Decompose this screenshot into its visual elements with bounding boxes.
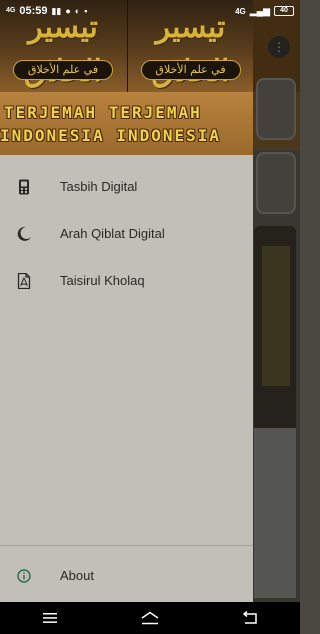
crescent-moon-icon <box>16 226 32 242</box>
signal-label: 4G <box>6 7 16 14</box>
menu-lines-icon <box>43 613 57 623</box>
network-type-label: 4G <box>235 6 246 16</box>
cell-signal-icon: ▮▮ <box>51 5 62 16</box>
menu-item-about[interactable]: About <box>0 552 253 599</box>
notification-icon: ● <box>65 6 71 16</box>
signal-bars-icon: ▂▄▆ <box>249 5 270 16</box>
status-time: 05:59 <box>19 5 48 17</box>
menu-item-label: Taisirul Kholaq <box>60 273 145 288</box>
recents-button[interactable] <box>30 602 70 634</box>
menu-item-taisirul-kholaq[interactable]: Taisirul Kholaq <box>0 257 253 304</box>
header-banner: TERJEMAH TERJEMAH INDONESIA INDONESIA <box>0 92 253 155</box>
home-icon <box>141 611 159 625</box>
menu-item-arah-qiblat-digital[interactable]: Arah Qiblat Digital <box>0 210 253 257</box>
menu-item-label: Arah Qiblat Digital <box>60 226 165 241</box>
arabic-subtitle: في علم الأخلاق <box>140 60 241 80</box>
more-dots-icon: • <box>84 6 88 16</box>
banner-line-terjemah: TERJEMAH TERJEMAH <box>4 102 202 122</box>
menu-item-label: Tasbih Digital <box>60 179 138 194</box>
sync-icon: ◐ <box>74 6 81 16</box>
arabic-subtitle: في علم الأخلاق <box>13 60 113 80</box>
drawer-header-image: تيسير الخلاق في علم الأخلاق تيسير الخلاق… <box>0 0 253 155</box>
status-bar: 4G 05:59 ▮▮ ● ◐ • 4G ▂▄▆ 40 <box>0 0 300 22</box>
home-button[interactable] <box>130 602 170 634</box>
pdf-file-icon <box>16 272 32 289</box>
back-arrow-icon <box>242 611 257 624</box>
about-label: About <box>60 568 94 583</box>
drawer-menu-list: Tasbih Digital Arah Qiblat Digital Taisi… <box>0 163 253 304</box>
navigation-drawer: تيسير الخلاق في علم الأخلاق تيسير الخلاق… <box>0 0 253 602</box>
phone-counter-icon <box>16 179 32 195</box>
system-navigation-bar <box>0 602 300 634</box>
menu-item-tasbih-digital[interactable]: Tasbih Digital <box>0 163 253 210</box>
drawer-divider <box>0 545 253 546</box>
battery-icon: 40 <box>274 6 294 16</box>
info-icon <box>16 568 32 584</box>
back-button[interactable] <box>230 602 270 634</box>
banner-line-indonesia: INDONESIA INDONESIA <box>0 125 222 145</box>
